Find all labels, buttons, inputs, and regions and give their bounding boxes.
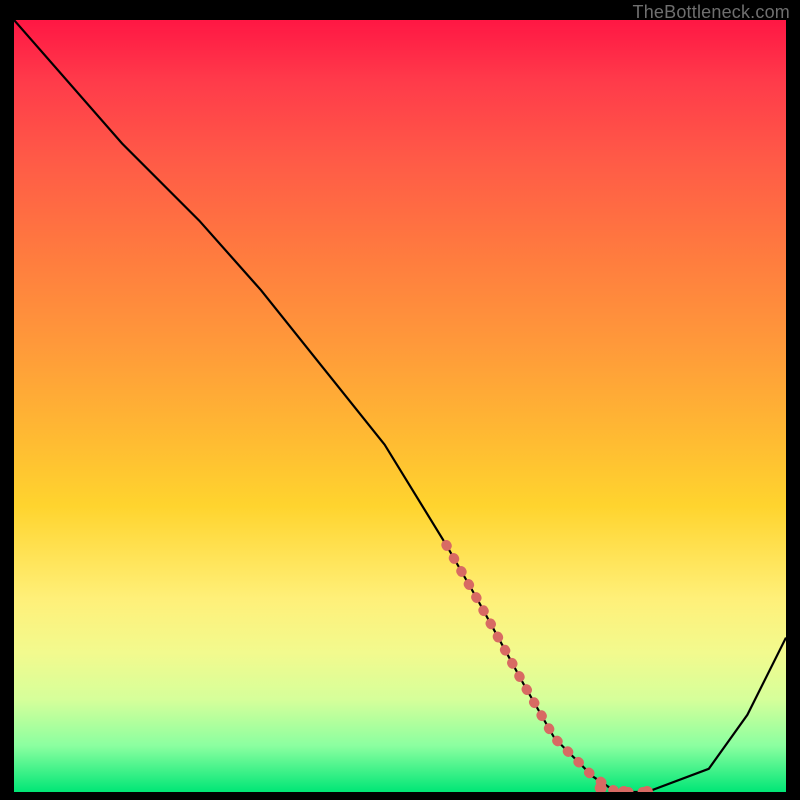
chart-frame	[14, 20, 786, 792]
gradient-background	[14, 20, 786, 792]
